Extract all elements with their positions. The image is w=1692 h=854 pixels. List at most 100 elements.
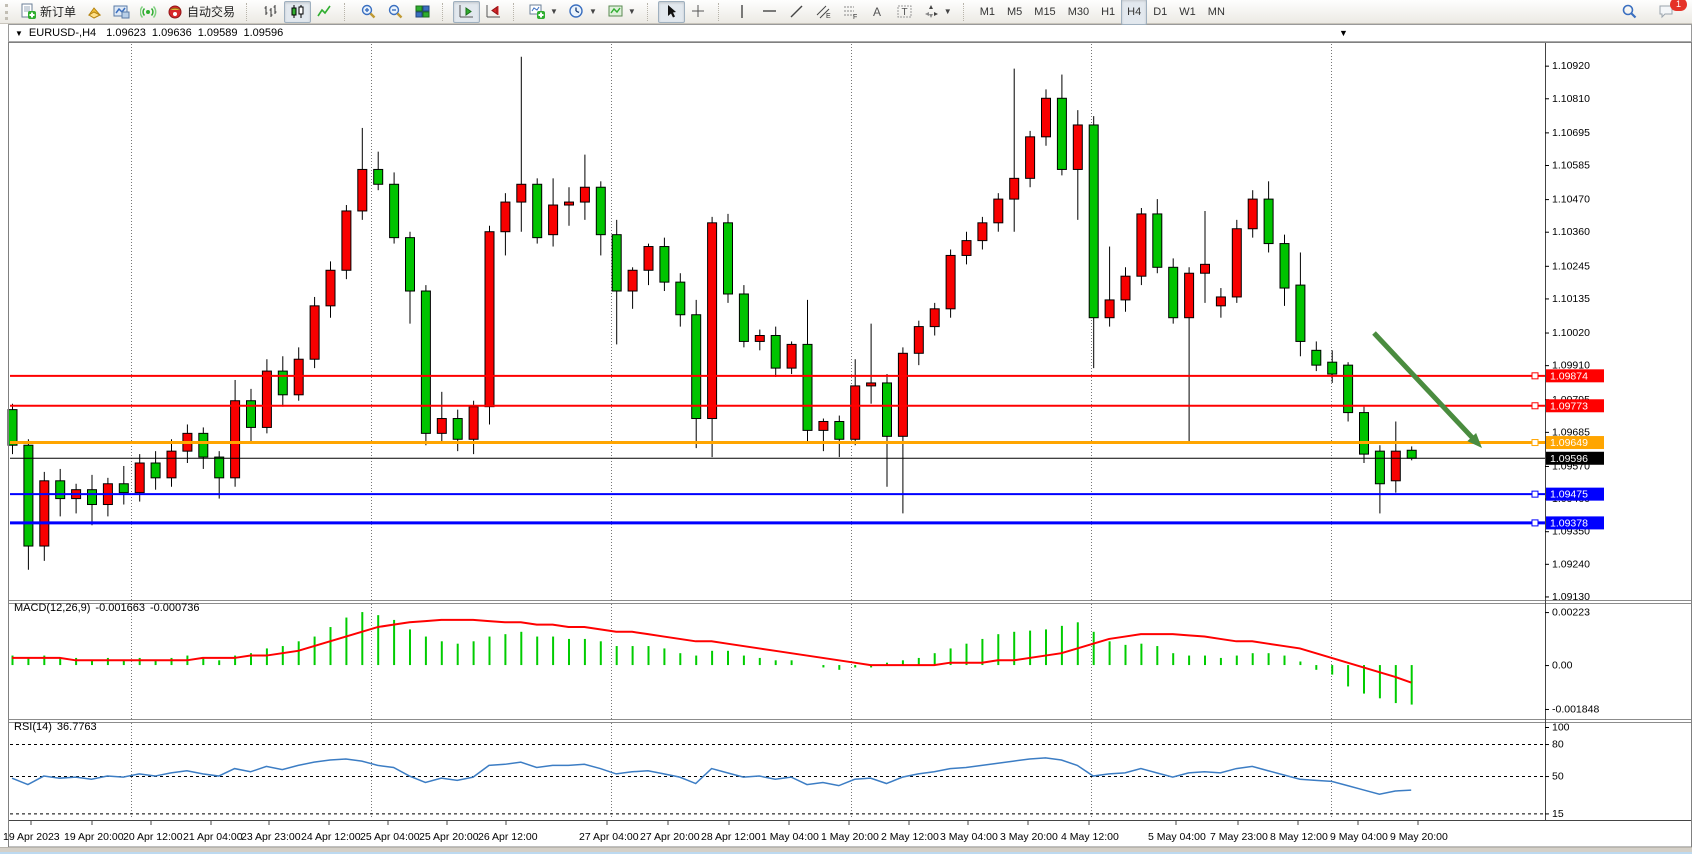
timeframe-h4-button[interactable]: H4	[1121, 0, 1147, 25]
toolbar-separator	[963, 3, 970, 21]
candle	[24, 445, 33, 546]
candle	[724, 223, 733, 294]
timeframe-mn-button[interactable]: MN	[1202, 0, 1231, 25]
text-label-icon: T	[896, 3, 913, 20]
macd-tick-label: 0.00223	[1552, 607, 1590, 619]
fibonacci-button[interactable]: F	[837, 1, 864, 23]
vertical-line-icon	[734, 3, 751, 20]
candle	[660, 247, 669, 283]
candle	[803, 344, 812, 430]
candle	[978, 223, 987, 241]
chart-window-bg	[8, 42, 1692, 847]
candle	[1169, 267, 1178, 317]
candle	[517, 184, 526, 202]
ohlc-high: 1.09636	[152, 27, 192, 39]
svg-text:T: T	[901, 7, 907, 18]
zoom-out-button[interactable]	[382, 1, 409, 23]
candlestick-chart-button[interactable]	[284, 1, 311, 23]
auto-trading-button[interactable]: 自动交易	[162, 1, 240, 23]
zoom-in-icon	[360, 3, 377, 20]
ohlc-open: 1.09623	[106, 27, 146, 39]
horizontal-line-button[interactable]	[756, 1, 783, 23]
notifications-button[interactable]: 1	[1653, 1, 1680, 23]
candle	[1201, 264, 1210, 273]
toolbar-separator	[513, 3, 520, 21]
candle	[215, 457, 224, 478]
trendline-button[interactable]	[783, 1, 810, 23]
cursor-button[interactable]	[658, 1, 685, 23]
bar-chart-button[interactable]	[257, 1, 284, 23]
crosshair-icon	[690, 3, 707, 20]
candle	[342, 211, 351, 270]
chart-shift-button[interactable]	[480, 1, 507, 23]
time-label: 3 May 20:00	[1000, 831, 1058, 843]
candle	[469, 407, 478, 440]
new-order-button[interactable]: 新订单	[15, 1, 81, 23]
zoom-in-button[interactable]	[355, 1, 382, 23]
candle	[914, 327, 923, 354]
indicators-button[interactable]: ▼	[524, 1, 563, 23]
window-bottom-edge	[0, 847, 1692, 854]
search-button[interactable]	[1616, 1, 1643, 23]
mt4-terminal: 新订单 自动交易	[0, 0, 1692, 854]
candle	[549, 205, 558, 235]
timeframe-m30-button[interactable]: M30	[1062, 0, 1095, 25]
tile-windows-button[interactable]	[409, 1, 436, 23]
arrows-button[interactable]: ▼	[918, 1, 957, 23]
equidistant-channel-button[interactable]: E	[810, 1, 837, 23]
time-label: 7 May 23:00	[1210, 831, 1268, 843]
time-label: 8 May 12:00	[1270, 831, 1328, 843]
candle	[612, 235, 621, 291]
timeframe-m5-button[interactable]: M5	[1001, 0, 1028, 25]
text-button[interactable]: A	[864, 1, 891, 23]
timeframe-h1-button[interactable]: H1	[1095, 0, 1121, 25]
timeframe-m15-button[interactable]: M15	[1028, 0, 1061, 25]
crosshair-button[interactable]	[685, 1, 712, 23]
tile-windows-icon	[414, 3, 431, 20]
signals-button[interactable]	[135, 1, 162, 23]
time-label: 26 Apr 12:00	[478, 831, 538, 843]
rsi-tick-label: 100	[1552, 722, 1570, 734]
candle	[56, 481, 65, 499]
candle	[199, 433, 208, 457]
templates-button[interactable]: ▼	[602, 1, 641, 23]
text-label-button[interactable]: T	[891, 1, 918, 23]
vertical-line-button[interactable]	[729, 1, 756, 23]
timeframe-d1-button[interactable]: D1	[1147, 0, 1173, 25]
data-window-button[interactable]	[108, 1, 135, 23]
main-toolbar: 新订单 自动交易	[0, 0, 1692, 24]
candle	[628, 270, 637, 291]
chart-dropdown-icon[interactable]: ▼	[1339, 28, 1348, 38]
rsi-value: 36.7763	[57, 721, 97, 733]
candle	[580, 187, 589, 202]
time-label: 9 May 04:00	[1330, 831, 1388, 843]
candle	[692, 315, 701, 419]
price-line-handle	[1532, 440, 1538, 446]
price-line-handle	[1532, 520, 1538, 526]
time-label: 21 Apr 04:00	[183, 831, 243, 843]
toolbar-grip	[5, 4, 12, 20]
auto-trading-label: 自动交易	[187, 3, 235, 20]
auto-scroll-button[interactable]	[453, 1, 480, 23]
candle	[771, 335, 780, 368]
clock-icon	[568, 3, 585, 20]
line-chart-button[interactable]	[311, 1, 338, 23]
time-label: 27 Apr 20:00	[640, 831, 700, 843]
candle	[676, 282, 685, 315]
price-tick-label: 1.10360	[1552, 226, 1590, 238]
time-label: 25 Apr 04:00	[360, 831, 420, 843]
time-label: 1 May 20:00	[821, 831, 879, 843]
chart-canvas[interactable]: 1.110301.109201.108101.106951.105851.104…	[0, 0, 1692, 854]
chart-window-titlebar[interactable]: ▼ EURUSD-,H4 1.09623 1.09636 1.09589 1.0…	[8, 24, 1692, 42]
periods-button[interactable]: ▼	[563, 1, 602, 23]
timeframe-m1-button[interactable]: M1	[974, 0, 1001, 25]
candle	[755, 335, 764, 341]
candle	[644, 247, 653, 271]
market-watch-button[interactable]	[81, 1, 108, 23]
fibonacci-icon: F	[842, 3, 859, 20]
time-label: 1 May 04:00	[761, 831, 819, 843]
candle	[994, 199, 1003, 223]
timeframe-w1-button[interactable]: W1	[1173, 0, 1202, 25]
candle	[1264, 199, 1273, 243]
candle	[310, 306, 319, 359]
